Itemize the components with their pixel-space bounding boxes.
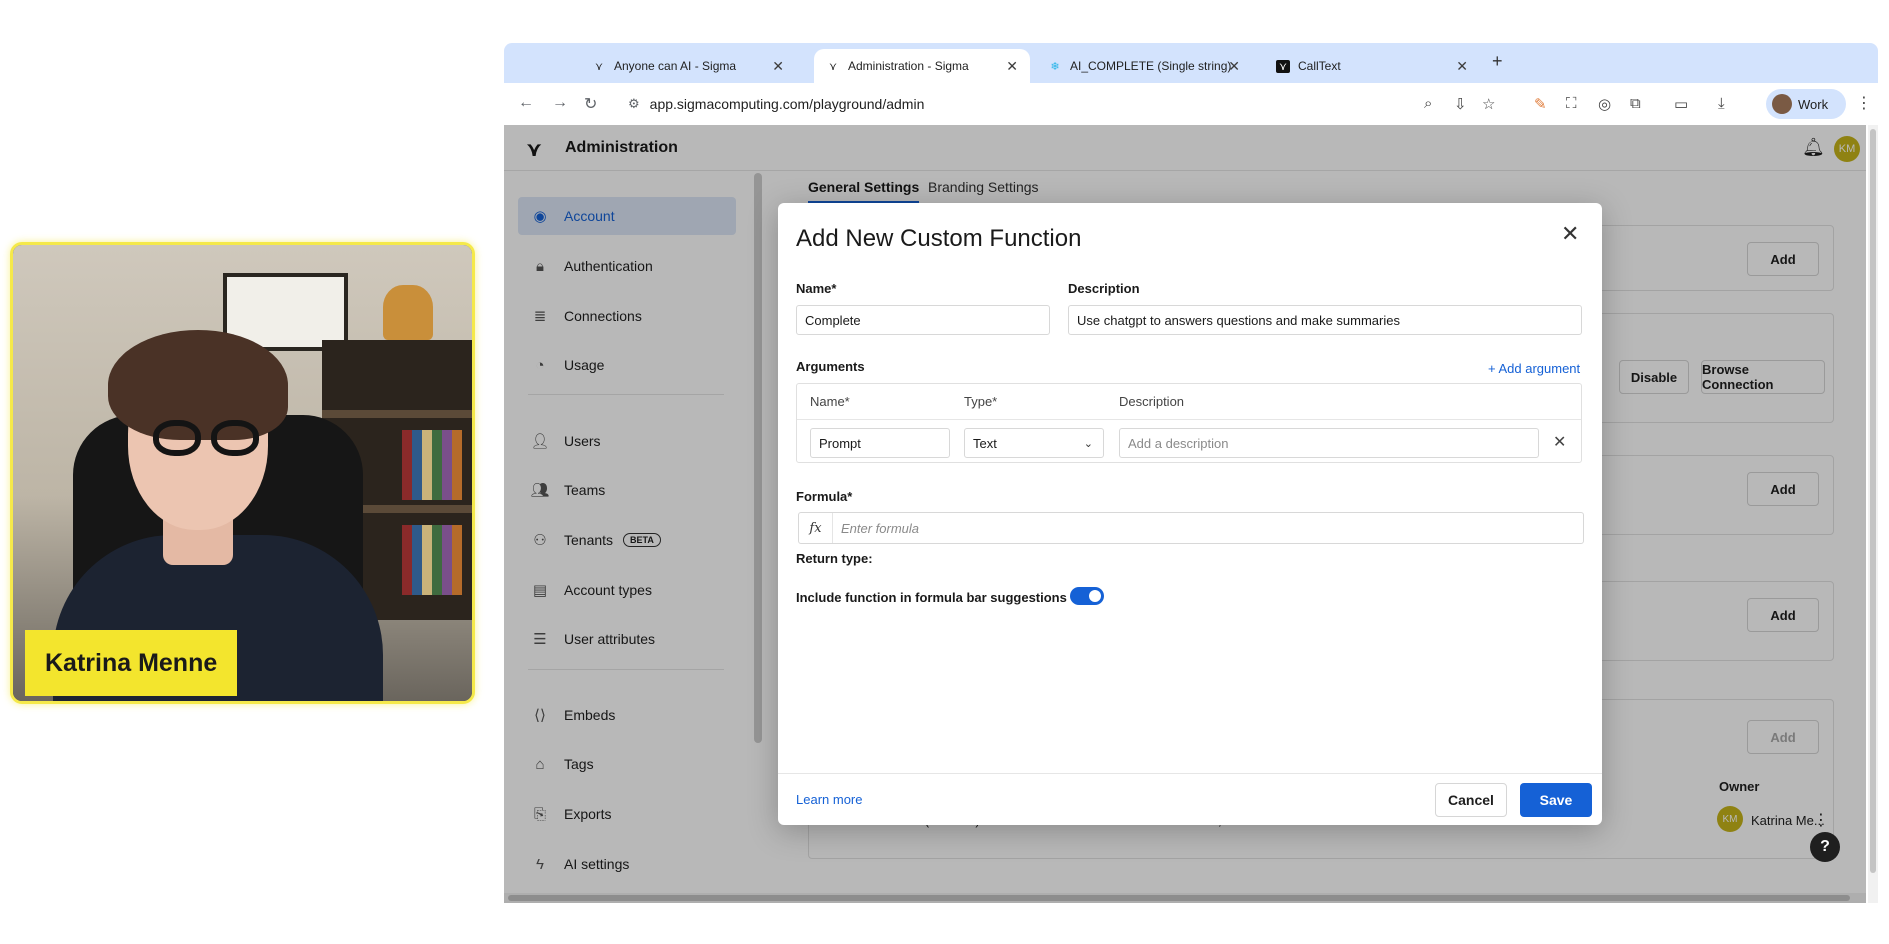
bookmark-star-icon[interactable]: ☆ [1482, 95, 1495, 113]
arguments-label: Arguments [796, 359, 865, 374]
cancel-button[interactable]: Cancel [1435, 783, 1507, 817]
browser-menu-icon[interactable]: ⋮ [1856, 93, 1872, 113]
arg-name-header: Name* [810, 394, 850, 409]
webcam-overlay: Katrina Menne [10, 242, 475, 704]
arg-name-input[interactable]: Prompt [810, 428, 950, 458]
profile-button[interactable]: Work [1766, 89, 1846, 119]
arg-description-header: Description [1119, 394, 1185, 409]
name-tag: Katrina Menne [25, 630, 237, 696]
sigma-icon: ⋎ [594, 60, 604, 73]
dialog-title: Add New Custom Function [796, 225, 1082, 252]
close-icon[interactable]: ✕ [1228, 58, 1240, 75]
close-icon[interactable]: ✕ [1006, 58, 1018, 75]
fx-icon: fx [799, 513, 833, 543]
arguments-table: Name* Type* Description Prompt Text ⌄ Ad… [796, 383, 1582, 463]
sigma-icon: ⋎ [1276, 59, 1290, 73]
browser-tab-4[interactable]: ⋎ CallText ✕ [1264, 49, 1480, 83]
download-icon[interactable]: ⤓ [1718, 95, 1725, 112]
dialog-footer: Learn more Cancel Save [778, 773, 1602, 825]
arg-type-select[interactable]: Text ⌄ [964, 428, 1104, 458]
screenshot-extension-icon[interactable]: ⛶ [1566, 95, 1577, 112]
save-button[interactable]: Save [1520, 783, 1592, 817]
new-tab-button[interactable]: + [1492, 51, 1503, 72]
back-icon[interactable]: ← [518, 94, 534, 112]
function-description-input[interactable]: Use chatgpt to answers questions and mak… [1068, 305, 1582, 335]
extension-icon[interactable]: ◎ [1598, 95, 1611, 113]
formula-label: Formula* [796, 489, 853, 504]
browser-toolbar: ← → ↻ ⚙ app.sigmacomputing.com/playgroun… [504, 83, 1878, 125]
tab-search-icon[interactable]: ▭ [1674, 95, 1688, 113]
vertical-scrollbar[interactable] [1868, 125, 1878, 903]
arg-description-input[interactable]: Add a description [1119, 428, 1539, 458]
profile-avatar [1772, 94, 1792, 114]
install-icon[interactable]: ⇩ [1454, 95, 1467, 113]
close-icon[interactable]: ✕ [1456, 58, 1468, 75]
reload-icon[interactable]: ↻ [584, 94, 597, 114]
include-suggestions-label: Include function in formula bar suggesti… [796, 590, 1067, 605]
arg-type-header: Type* [964, 394, 998, 409]
browser-tab-3[interactable]: ❄ AI_COMPLETE (Single string) ✕ [1036, 49, 1252, 83]
formula-input[interactable]: fx Enter formula [798, 512, 1584, 544]
include-suggestions-toggle[interactable] [1070, 587, 1104, 605]
close-icon[interactable]: ✕ [772, 58, 784, 75]
chevron-down-icon: ⌄ [1083, 437, 1093, 450]
help-button[interactable]: ? [1810, 832, 1840, 862]
pen-extension-icon[interactable]: ✎ [1534, 95, 1547, 113]
site-info-icon[interactable]: ⚙ [628, 96, 640, 112]
address-bar[interactable]: ⚙ app.sigmacomputing.com/playground/admi… [612, 89, 1492, 119]
formula-placeholder: Enter formula [841, 520, 920, 536]
tab-strip: ⋎ Anyone can AI - Sigma ✕ ⋎ Administrati… [504, 43, 1878, 83]
close-icon[interactable]: ✕ [1561, 221, 1579, 247]
url-text: app.sigmacomputing.com/playground/admin [649, 96, 925, 112]
browser-tab-1[interactable]: ⋎ Anyone can AI - Sigma ✕ [580, 49, 796, 83]
zoom-icon[interactable]: ⌕ [1424, 95, 1432, 112]
puzzle-extensions-icon[interactable]: ⧉ [1630, 95, 1641, 112]
forward-icon[interactable]: → [552, 94, 568, 112]
return-type-label: Return type: [796, 551, 873, 566]
learn-more-link[interactable]: Learn more [796, 792, 862, 807]
name-label: Name* [796, 281, 837, 296]
glasses [153, 420, 263, 458]
snowflake-icon: ❄ [1050, 60, 1060, 73]
remove-argument-icon[interactable]: ✕ [1553, 432, 1566, 452]
function-name-input[interactable]: Complete [796, 305, 1050, 335]
browser-tab-2[interactable]: ⋎ Administration - Sigma ✕ [814, 49, 1030, 83]
description-label: Description [1068, 281, 1140, 296]
add-argument-link[interactable]: + Add argument [1488, 361, 1580, 376]
sigma-icon: ⋎ [828, 60, 838, 73]
add-custom-function-dialog: Add New Custom Function ✕ Name* Complete… [778, 203, 1602, 825]
deer-figurine [383, 285, 433, 340]
